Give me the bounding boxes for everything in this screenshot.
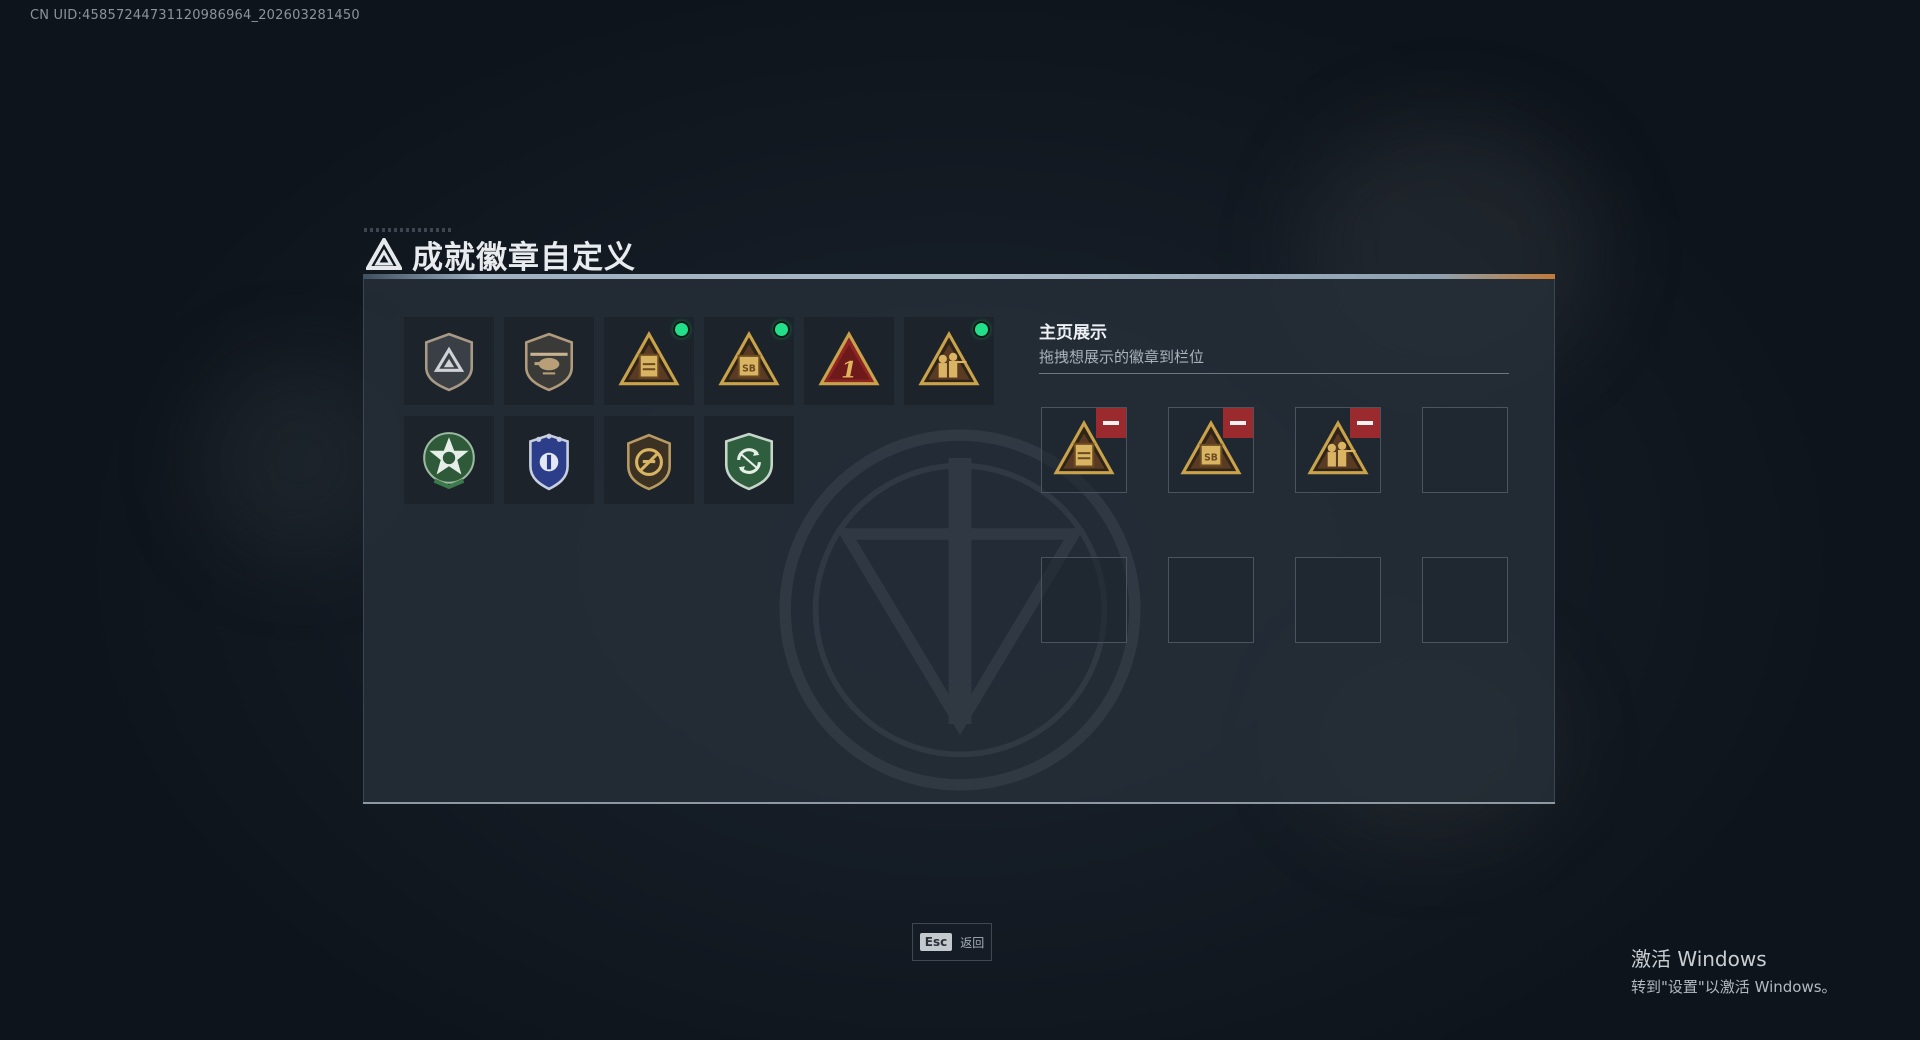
minus-icon bbox=[1230, 421, 1246, 425]
showcase-slot-grid: SB bbox=[1041, 407, 1508, 643]
shield-triangle-badge-icon bbox=[424, 332, 474, 392]
no-gun-shield-badge-icon bbox=[627, 433, 671, 491]
remove-badge-button[interactable] bbox=[1223, 408, 1253, 438]
red-triangle-number-one-badge-icon: 1 bbox=[818, 330, 880, 386]
dialog-title: 成就徽章自定义 bbox=[366, 232, 636, 276]
back-button[interactable]: Esc 返回 bbox=[912, 923, 992, 961]
back-label: 返回 bbox=[960, 935, 985, 950]
badge-slot[interactable] bbox=[404, 416, 494, 504]
svg-text:1: 1 bbox=[841, 358, 857, 384]
empty-showcase-slot[interactable] bbox=[1295, 557, 1381, 643]
showcase-subtitle: 拖拽想展示的徽章到栏位 bbox=[1039, 348, 1205, 366]
empty-showcase-slot[interactable] bbox=[1168, 557, 1254, 643]
badge-slot[interactable] bbox=[604, 317, 694, 405]
panel-top-bar bbox=[363, 274, 1555, 279]
empty-showcase-slot[interactable] bbox=[1422, 407, 1508, 493]
badge-slot[interactable]: 1 bbox=[804, 317, 894, 405]
owned-badge-grid: SB 1 bbox=[404, 317, 994, 504]
gold-triangle-sb-badge-icon: SB bbox=[718, 330, 780, 386]
svg-text:SB: SB bbox=[1204, 452, 1218, 463]
showcase-slot[interactable] bbox=[1041, 407, 1127, 493]
gold-triangle-soldiers-badge-icon bbox=[918, 330, 980, 386]
badge-slot[interactable] bbox=[904, 317, 994, 405]
windows-activation-hint: 转到"设置"以激活 Windows。 bbox=[1631, 978, 1837, 996]
remove-badge-button[interactable] bbox=[1350, 408, 1380, 438]
user-uid-text: CN UID:458572447311209869​64_20260328145… bbox=[30, 8, 360, 23]
helicopter-shield-badge-icon bbox=[524, 332, 574, 392]
windows-activation-title: 激活 Windows bbox=[1631, 947, 1767, 971]
new-badge-indicator bbox=[675, 323, 688, 336]
empty-showcase-slot[interactable] bbox=[1041, 557, 1127, 643]
showcase-title: 主页展示 bbox=[1039, 323, 1107, 343]
blue-police-badge-icon bbox=[529, 433, 569, 491]
showcase-slot[interactable] bbox=[1295, 407, 1381, 493]
windows-activation-notice: 激活 Windows 转到"设置"以激活 Windows。 bbox=[1631, 943, 1837, 997]
triangle-logo-icon bbox=[366, 238, 402, 270]
green-star-badge-icon bbox=[423, 432, 475, 490]
showcase-divider bbox=[1039, 373, 1509, 374]
homepage-showcase-header: 主页展示 拖拽想展示的徽章到栏位 bbox=[1039, 318, 1509, 367]
svg-text:SB: SB bbox=[742, 363, 756, 374]
badge-slot[interactable] bbox=[604, 416, 694, 504]
green-recycle-shield-badge-icon bbox=[724, 432, 774, 491]
badge-slot[interactable] bbox=[404, 317, 494, 405]
minus-icon bbox=[1103, 421, 1119, 425]
badge-slot[interactable] bbox=[504, 317, 594, 405]
minus-icon bbox=[1357, 421, 1373, 425]
new-badge-indicator bbox=[775, 323, 788, 336]
page-title: 成就徽章自定义 bbox=[412, 239, 636, 276]
new-badge-indicator bbox=[975, 323, 988, 336]
badge-slot[interactable] bbox=[704, 416, 794, 504]
remove-badge-button[interactable] bbox=[1096, 408, 1126, 438]
badge-slot[interactable] bbox=[504, 416, 594, 504]
showcase-slot[interactable]: SB bbox=[1168, 407, 1254, 493]
empty-showcase-slot[interactable] bbox=[1422, 557, 1508, 643]
panel-bottom-bar bbox=[363, 802, 1555, 804]
esc-key-hint: Esc bbox=[919, 933, 953, 951]
gold-triangle-crate-badge-icon bbox=[618, 330, 680, 386]
badge-slot[interactable]: SB bbox=[704, 317, 794, 405]
